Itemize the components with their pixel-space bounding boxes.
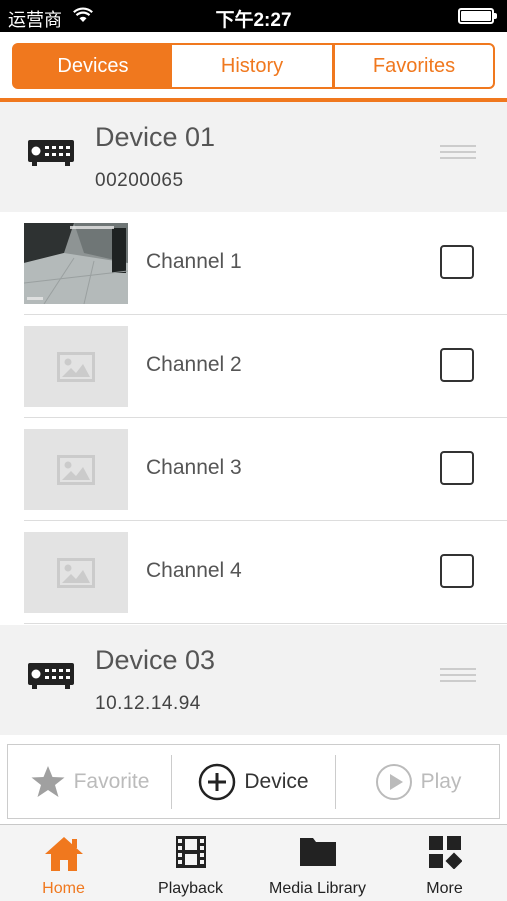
action-bar: Favorite Device Play [7,744,500,819]
device-row[interactable]: Device 03 10.12.14.94 [0,625,507,735]
tab-playback[interactable]: Playback [127,825,254,901]
channel-checkbox[interactable] [440,348,474,382]
device-id: 00200065 [95,170,184,191]
film-icon [127,835,254,869]
grid-icon [381,835,507,869]
recorder-icon [27,138,75,173]
image-placeholder-icon [24,532,128,613]
list-item[interactable]: Channel 3 [0,418,507,521]
tab-home[interactable]: Home [0,825,127,901]
home-icon [0,835,127,873]
list-item[interactable]: Channel 1 [0,212,507,315]
tab-history[interactable]: History [172,43,334,89]
channel-thumbnail [24,223,128,304]
image-placeholder-icon [24,429,128,510]
channel-checkbox[interactable] [440,245,474,279]
battery-icon [458,8,497,24]
image-placeholder-icon [24,326,128,407]
list-item[interactable]: Channel 4 [0,521,507,624]
tab-more[interactable]: More [381,825,507,901]
channel-name: Channel 1 [146,250,242,273]
channel-name: Channel 3 [146,456,242,479]
folder-icon [254,835,381,867]
add-circle-icon [199,763,236,800]
channel-checkbox[interactable] [440,554,474,588]
add-device-button[interactable]: Device [172,745,335,818]
favorite-label: Favorite [73,769,150,793]
channel-name: Channel 4 [146,559,242,582]
drag-handle-icon[interactable] [440,145,476,163]
segmented-control: Devices History Favorites [0,32,507,98]
tab-bar: Home Playback Media Library More [0,824,507,901]
star-icon [31,765,65,797]
clock: 下午2:27 [215,10,292,31]
tab-favorites[interactable]: Favorites [333,43,495,89]
tab-more-label: More [426,880,463,897]
device-name: Device 03 [95,645,216,675]
play-button[interactable]: Play [336,745,500,818]
list-item[interactable]: Channel 2 [0,315,507,418]
tab-media-library[interactable]: Media Library [254,825,381,901]
device-label: Device [244,769,309,793]
favorite-button[interactable]: Favorite [8,745,171,818]
device-id: 10.12.14.94 [95,693,201,714]
row-divider [24,623,507,624]
status-bar: 运营商 下午2:27 [0,0,507,32]
recorder-icon [27,661,75,696]
tab-playback-label: Playback [158,880,223,897]
drag-handle-icon[interactable] [440,668,476,686]
channel-name: Channel 2 [146,353,242,376]
tab-devices[interactable]: Devices [12,43,174,89]
play-icon [375,763,412,800]
play-label: Play [420,769,462,793]
channel-checkbox[interactable] [440,451,474,485]
device-name: Device 01 [95,122,216,152]
tab-home-label: Home [42,880,85,897]
tab-media-library-label: Media Library [269,880,366,897]
device-row[interactable]: Device 01 00200065 [0,102,507,213]
